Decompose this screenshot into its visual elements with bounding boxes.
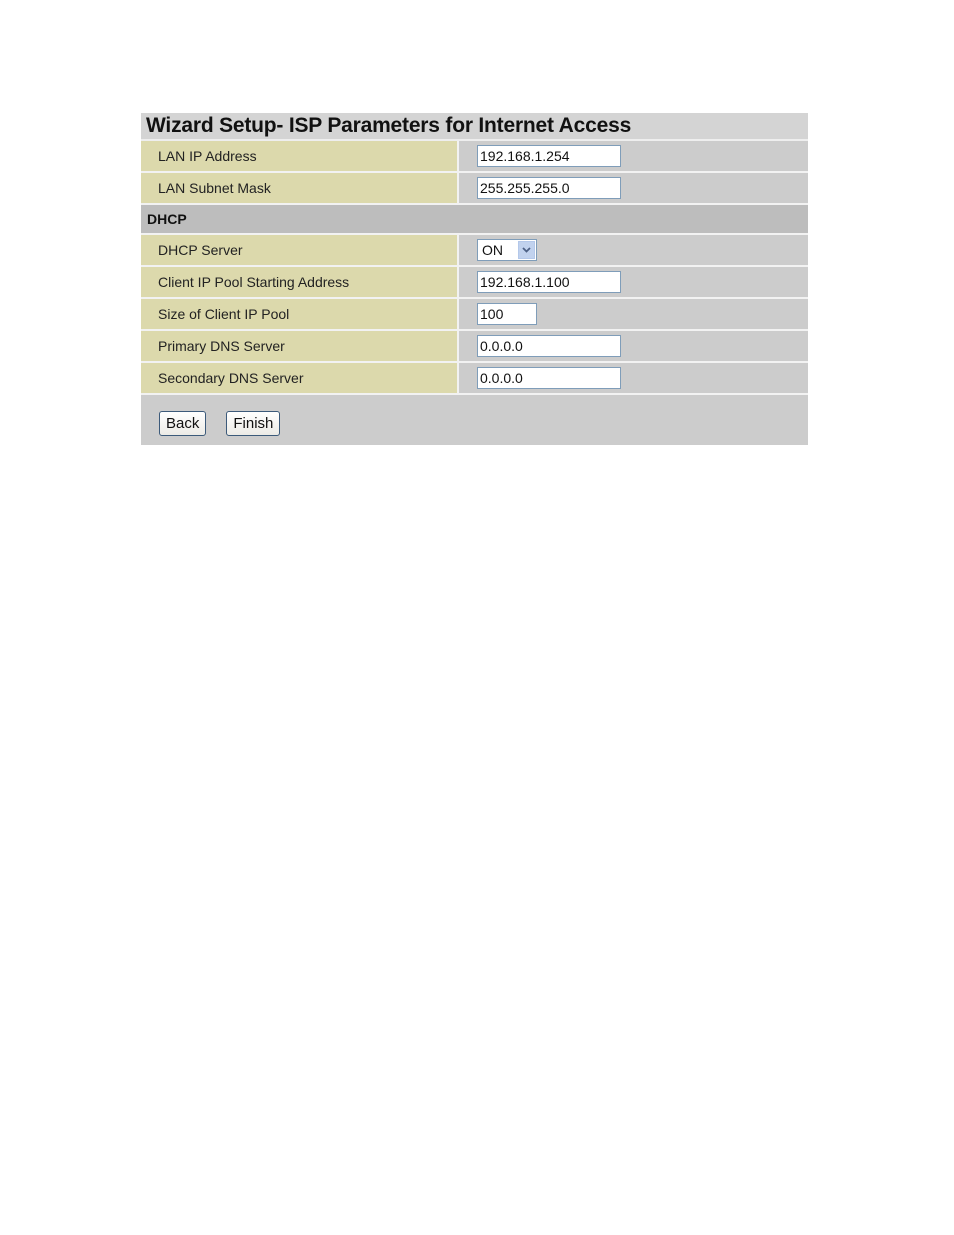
dhcp-server-label: DHCP Server (141, 235, 459, 265)
lan-ip-label: LAN IP Address (141, 141, 459, 171)
button-bar: Back Finish (141, 395, 808, 445)
pool-size-row: Size of Client IP Pool (141, 299, 808, 331)
primary-dns-row: Primary DNS Server (141, 331, 808, 363)
secondary-dns-row: Secondary DNS Server (141, 363, 808, 395)
dhcp-section-header: DHCP (141, 205, 808, 235)
secondary-dns-label: Secondary DNS Server (141, 363, 459, 393)
lan-subnet-row: LAN Subnet Mask (141, 173, 808, 205)
pool-start-label: Client IP Pool Starting Address (141, 267, 459, 297)
pool-size-label: Size of Client IP Pool (141, 299, 459, 329)
primary-dns-label: Primary DNS Server (141, 331, 459, 361)
dhcp-server-value: ON (482, 242, 503, 258)
finish-button[interactable]: Finish (226, 410, 281, 436)
wizard-panel: Wizard Setup- ISP Parameters for Interne… (141, 113, 808, 445)
secondary-dns-cell (459, 363, 808, 393)
dhcp-server-row: DHCP Server ON (141, 235, 808, 267)
lan-ip-row: LAN IP Address (141, 141, 808, 173)
back-button[interactable]: Back (159, 410, 207, 436)
primary-dns-cell (459, 331, 808, 361)
lan-ip-input[interactable] (477, 145, 621, 167)
secondary-dns-input[interactable] (477, 367, 621, 389)
pool-start-row: Client IP Pool Starting Address (141, 267, 808, 299)
chevron-down-icon[interactable] (518, 241, 535, 259)
pool-start-cell (459, 267, 808, 297)
dhcp-server-select[interactable]: ON (477, 239, 537, 261)
primary-dns-input[interactable] (477, 335, 621, 357)
lan-subnet-cell (459, 173, 808, 203)
pool-size-cell (459, 299, 808, 329)
lan-ip-cell (459, 141, 808, 171)
dhcp-server-cell: ON (459, 235, 808, 265)
lan-subnet-label: LAN Subnet Mask (141, 173, 459, 203)
title-row: Wizard Setup- ISP Parameters for Interne… (141, 113, 808, 141)
pool-size-input[interactable] (477, 303, 537, 325)
page-title: Wizard Setup- ISP Parameters for Interne… (146, 114, 632, 137)
lan-subnet-input[interactable] (477, 177, 621, 199)
pool-start-input[interactable] (477, 271, 621, 293)
